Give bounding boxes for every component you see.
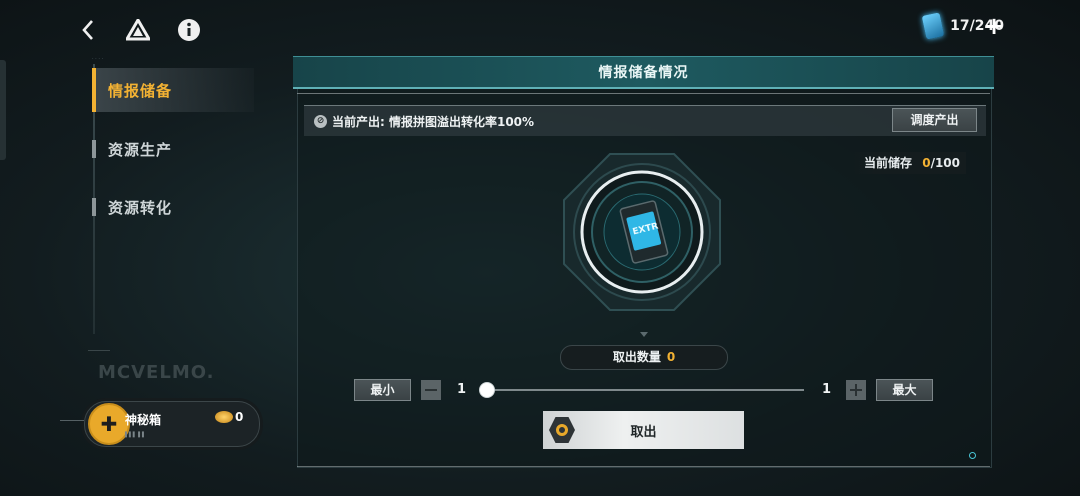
plus-icon <box>850 384 862 396</box>
down-arrow-icon <box>640 332 648 337</box>
minus-icon <box>425 389 437 391</box>
schedule-output-button[interactable]: 调度产出 <box>892 108 977 132</box>
intel-card-icon <box>921 12 945 40</box>
header-underline <box>297 93 990 94</box>
quantity-label: 取出数量 <box>612 350 661 364</box>
brand-watermark: MCVELMO. <box>98 362 215 383</box>
decrease-button[interactable] <box>421 380 441 400</box>
panel-bottom-line <box>297 466 990 467</box>
withdraw-quantity: 取出数量 0 <box>560 345 728 370</box>
panel-header: 情报储备情况 <box>293 56 994 89</box>
intel-reserve-emblem: EXTR <box>563 153 721 311</box>
divider <box>88 350 110 351</box>
max-value: 1 <box>822 382 832 397</box>
status-dot-icon <box>969 452 976 459</box>
storage-max: /100 <box>930 156 960 170</box>
quantity-slider-thumb[interactable] <box>479 382 495 398</box>
current-output-text: 当前产出: 情报拼图溢出转化率100% <box>332 115 535 129</box>
increase-button[interactable] <box>846 380 866 400</box>
edge-strip <box>0 60 6 160</box>
mystery-box-icon: ✚ <box>88 403 130 445</box>
sidebar-item-resource-production[interactable]: 资源生产 <box>92 127 254 171</box>
active-indicator <box>92 68 96 112</box>
sidebar-item-intel-reserve[interactable]: 情报储备 <box>92 68 254 112</box>
add-currency-button[interactable]: + <box>984 14 1004 38</box>
current-storage: 当前储存 0/100 <box>851 152 966 174</box>
min-button[interactable]: 最小 <box>354 379 411 401</box>
panel-title: 情报储备情况 <box>598 65 689 81</box>
max-button[interactable]: 最大 <box>876 379 933 401</box>
item-indicator <box>92 198 96 216</box>
triangle-logo-icon <box>126 19 150 41</box>
sidebar-item-label: 情报储备 <box>108 81 173 100</box>
sidebar-item-label: 资源转化 <box>108 198 173 217</box>
back-button[interactable] <box>74 16 102 44</box>
min-value: 1 <box>457 382 467 397</box>
info-icon <box>178 19 200 41</box>
storage-label: 当前储存 <box>864 156 913 170</box>
mystery-box-name: 神秘箱 <box>125 413 162 427</box>
mystery-box-count: 0 <box>235 410 244 424</box>
sidebar-item-resource-conversion[interactable]: 资源转化 <box>92 185 254 229</box>
item-indicator <box>92 140 96 158</box>
chevron-left-icon <box>82 20 93 40</box>
quantity-value: 0 <box>666 350 676 364</box>
sidebar-item-label: 资源生产 <box>108 140 173 159</box>
quantity-slider-track[interactable] <box>486 389 804 391</box>
triangle-logo-button[interactable] <box>124 16 152 44</box>
storage-current: 0 <box>922 156 931 170</box>
withdraw-button[interactable]: 取出 <box>543 411 744 449</box>
mystery-box-barcode: ▌▌▌ ▌▌ <box>125 432 146 438</box>
coin-icon <box>215 411 233 423</box>
chip-connector <box>60 420 84 421</box>
sidebar-code-text: · · · · <box>92 56 104 62</box>
current-output-row: ⊘ 当前产出: 情报拼图溢出转化率100% <box>304 105 986 136</box>
output-status-icon: ⊘ <box>314 115 327 128</box>
mystery-box-chip[interactable]: ✚ 神秘箱 ▌▌▌ ▌▌ 0 <box>84 401 260 447</box>
info-button[interactable] <box>175 16 203 44</box>
withdraw-button-label: 取出 <box>630 425 657 440</box>
